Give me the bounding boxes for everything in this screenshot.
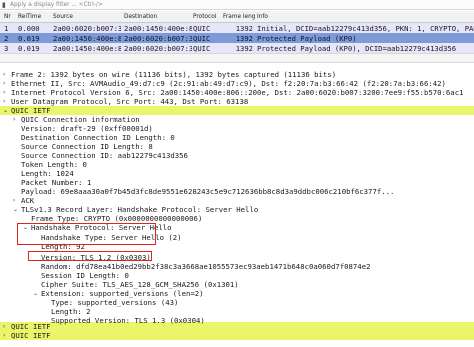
detail-text: ACK: [21, 196, 35, 205]
packet-source: 2a00:1450:400e:8: [53, 34, 121, 43]
column-header-no[interactable]: Nr: [4, 14, 11, 20]
expand-arrow-icon[interactable]: ›: [3, 70, 5, 79]
packet-destination: 2a00:6020:b007:3: [124, 44, 192, 53]
expand-arrow-icon[interactable]: ›: [3, 322, 5, 331]
packet-no: 3: [4, 44, 9, 53]
packet-source: 2a00:6020:b007:3: [53, 24, 121, 33]
detail-text: Type: supported_versions (43): [51, 298, 179, 307]
packet-time: 0.019: [18, 44, 40, 53]
packet-length: 1392: [235, 34, 253, 43]
expand-arrow-icon[interactable]: ›: [3, 97, 5, 106]
detail-text: Token Length: 0: [21, 160, 87, 169]
packet-protocol: QUIC: [193, 24, 211, 33]
packet-info: Protected Payload (KP0), DCID=aab12279c4…: [257, 44, 457, 53]
detail-text: Extension: supported_versions (len=2): [41, 289, 204, 298]
collapse-arrow-icon[interactable]: ⌄: [13, 205, 18, 214]
annotation-box-version: [28, 251, 152, 261]
detail-text: Destination Connection ID Length: 0: [21, 133, 175, 142]
column-header-source[interactable]: Source: [53, 14, 73, 20]
detail-text: Session ID Length: 0: [41, 271, 129, 280]
detail-text: QUIC Connection information: [21, 115, 140, 124]
column-header-time[interactable]: RelTime: [18, 14, 41, 20]
pane-splitter[interactable]: [0, 53, 474, 63]
column-header-destination[interactable]: Destination: [124, 14, 157, 20]
packet-length: 1392: [235, 24, 253, 33]
expand-arrow-icon[interactable]: ›: [3, 79, 5, 88]
packet-no: 2: [4, 34, 9, 43]
detail-text: Version: draft-29 (0xff00001d): [21, 124, 153, 133]
column-header-length[interactable]: Frame leng: [223, 14, 255, 20]
packet-info: Protected Payload (KP0): [257, 34, 357, 43]
collapse-arrow-icon[interactable]: ⌄: [3, 106, 8, 115]
packet-time: 0.000: [18, 24, 40, 33]
detail-text: Ethernet II, Src: AVMAudio_49:d7:c9 (2c:…: [11, 79, 446, 88]
detail-text: Packet Number: 1: [21, 178, 92, 187]
packet-source: 2a00:1450:400e:8: [53, 44, 121, 53]
display-filter-input[interactable]: Apply a display filter ... <Ctrl-/>: [10, 2, 103, 8]
expand-arrow-icon[interactable]: ›: [13, 115, 15, 124]
expand-arrow-icon[interactable]: ›: [13, 196, 15, 205]
highlight-bar: [0, 331, 474, 340]
detail-text: Cipher Suite: TLS_AES_128_GCM_SHA256 (0x…: [41, 280, 239, 289]
detail-text: Length: 2: [51, 307, 91, 316]
packet-destination: 2a00:1450:400e:8: [124, 24, 192, 33]
column-header-protocol[interactable]: Protocol: [193, 14, 216, 20]
packet-protocol: QUIC: [193, 44, 211, 53]
column-header-info[interactable]: Info: [257, 14, 268, 20]
detail-text: Frame 2: 1392 bytes on wire (11136 bits)…: [11, 70, 337, 79]
packet-length: 1392: [235, 44, 253, 53]
detail-text: Frame Type: CRYPTO (0x0000000000000006): [31, 214, 203, 223]
detail-text: QUIC IETF: [11, 322, 51, 331]
detail-text: Payload: 69e8aaa30a0f7b45d3fc8de9551e628…: [21, 187, 395, 196]
annotation-box-handshake: [17, 223, 156, 245]
expand-arrow-icon[interactable]: ›: [3, 331, 5, 340]
collapse-arrow-icon[interactable]: ⌄: [33, 289, 38, 298]
detail-text: Random: dfd78ea41b0ed29bb2f38c3a3668ae10…: [41, 262, 371, 271]
detail-text: Length: 1024: [21, 169, 74, 178]
expand-arrow-icon[interactable]: ›: [3, 88, 5, 97]
packet-info: Initial, DCID=aab12279c413d356, PKN: 1, …: [257, 24, 474, 33]
detail-text: Internet Protocol Version 6, Src: 2a00:1…: [11, 88, 464, 97]
detail-text: TLSv1.3 Record Layer: Handshake Protocol…: [21, 205, 259, 214]
packet-row[interactable]: 1 0.000 2a00:6020:b007:3 2a00:1450:400e:…: [0, 23, 474, 33]
detail-text: Supported Version: TLS 1.3 (0x0304): [51, 316, 205, 325]
detail-text: User Datagram Protocol, Src Port: 443, D…: [11, 97, 249, 106]
bookmark-icon[interactable]: ▮: [2, 1, 10, 9]
detail-text: QUIC IETF: [11, 106, 51, 115]
packet-row[interactable]: 3 0.019 2a00:1450:400e:8 2a00:6020:b007:…: [0, 43, 474, 53]
detail-text: QUIC IETF: [11, 331, 51, 340]
detail-text: Source Connection ID Length: 8: [21, 142, 153, 151]
highlight-bar: [0, 106, 474, 115]
packet-destination: 2a00:6020:b007:3: [124, 34, 192, 43]
packet-list-header: Nr RelTime Source Destination Protocol F…: [0, 11, 474, 23]
packet-time: 0.019: [18, 34, 40, 43]
display-filter-bar[interactable]: ▮ Apply a display filter ... <Ctrl-/>: [0, 0, 474, 10]
packet-row-selected[interactable]: 2 0.019 2a00:1450:400e:8 2a00:6020:b007:…: [0, 33, 474, 43]
detail-text: Source Connection ID: aab12279c413d356: [21, 151, 188, 160]
packet-protocol: QUIC: [193, 34, 211, 43]
packet-no: 1: [4, 24, 9, 33]
